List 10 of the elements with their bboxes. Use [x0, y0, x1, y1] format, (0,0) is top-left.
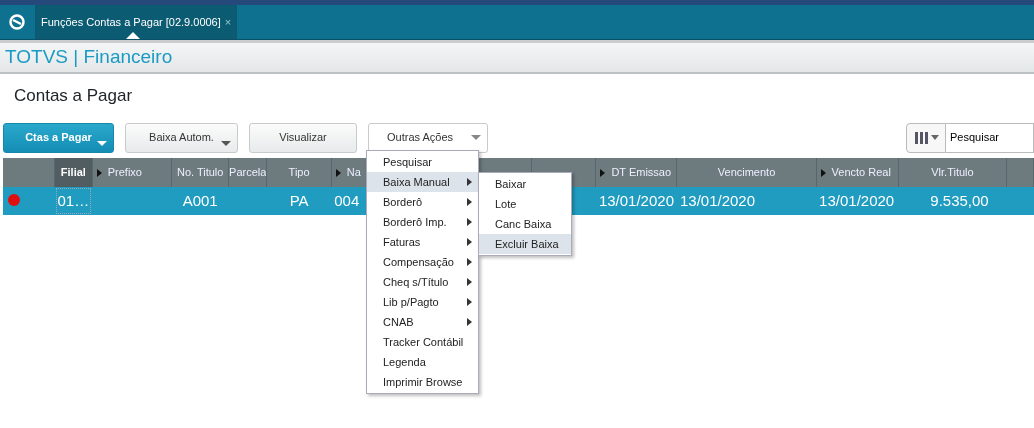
table-cell: 01… — [57, 191, 90, 209]
table-cell: 9.535,00 — [930, 191, 989, 209]
table-cell: 004 — [334, 191, 360, 209]
table-cell: PA — [289, 191, 309, 209]
table-cell: 13/01/2020 — [819, 191, 895, 209]
page-title: Contas a Pagar — [13, 85, 134, 107]
table-cell: A001 — [182, 191, 218, 209]
header-title: TOTVS | Financeiro — [5, 45, 173, 70]
table-cell: 13/01/2020 — [680, 191, 756, 209]
table-cell: 13/01/2020 — [598, 191, 674, 209]
